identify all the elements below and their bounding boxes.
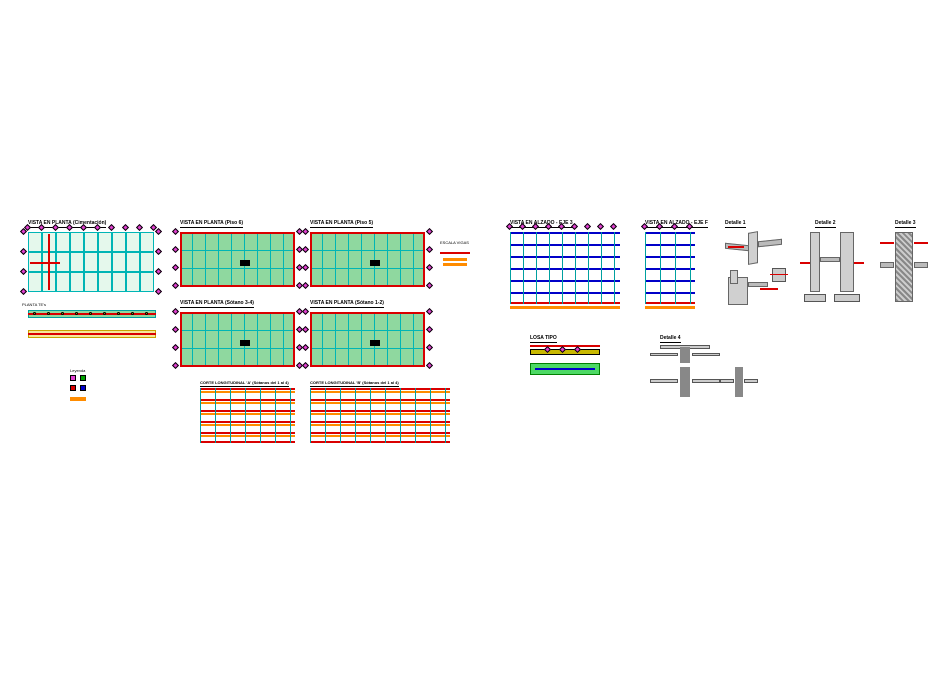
corte-longitudinal-b — [310, 388, 450, 443]
plan-cimentacion — [28, 232, 156, 292]
label-leyenda: Leyenda — [70, 368, 85, 373]
title-det3: Detalle 3 — [895, 220, 916, 228]
title-losa-tipo: LOSA TIPO — [530, 335, 557, 343]
elev-ejef — [645, 232, 695, 310]
title-plan-piso6: VISTA EN PLANTA (Piso 6) — [180, 220, 243, 228]
plan-piso6 — [180, 232, 295, 287]
title-det2: Detalle 2 — [815, 220, 836, 228]
title-plan-sotano12: VISTA EN PLANTA (Sótano 1-2) — [310, 300, 384, 308]
escala-vigas-detail — [440, 250, 470, 270]
plan-piso5 — [310, 232, 425, 287]
detalle-4 — [640, 345, 760, 400]
label-planta-te: PLANTA TE's — [22, 302, 46, 307]
losa-tipo-detail — [530, 345, 600, 380]
section-strip-2 — [28, 330, 156, 342]
label-escala-vigas: ESCALA VIGAS — [440, 240, 469, 245]
title-corte-b: CORTE LONGITUDINAL 'B' (Sótanos del 1 al… — [310, 380, 399, 387]
title-plan-piso5: VISTA EN PLANTA (Piso 5) — [310, 220, 373, 228]
elev-eje3 — [510, 232, 620, 310]
legend-swatches — [70, 375, 120, 405]
title-det1: Detalle 1 — [725, 220, 746, 228]
detalle-2 — [800, 232, 865, 310]
title-plan-sotano34: VISTA EN PLANTA (Sótano 3-4) — [180, 300, 254, 308]
plan-sotano34 — [180, 312, 295, 367]
corte-longitudinal-a — [200, 388, 295, 443]
drawing-sheet: VISTA EN PLANTA (Cimentación) — [0, 0, 950, 680]
title-corte-a: CORTE LONGITUDINAL 'A' (Sótanos del 1 al… — [200, 380, 289, 387]
section-strip-1 — [28, 310, 156, 322]
detalle-1 — [720, 232, 790, 310]
plan-sotano12 — [310, 312, 425, 367]
detalle-3 — [880, 232, 930, 310]
title-det4: Detalle 4 — [660, 335, 681, 343]
